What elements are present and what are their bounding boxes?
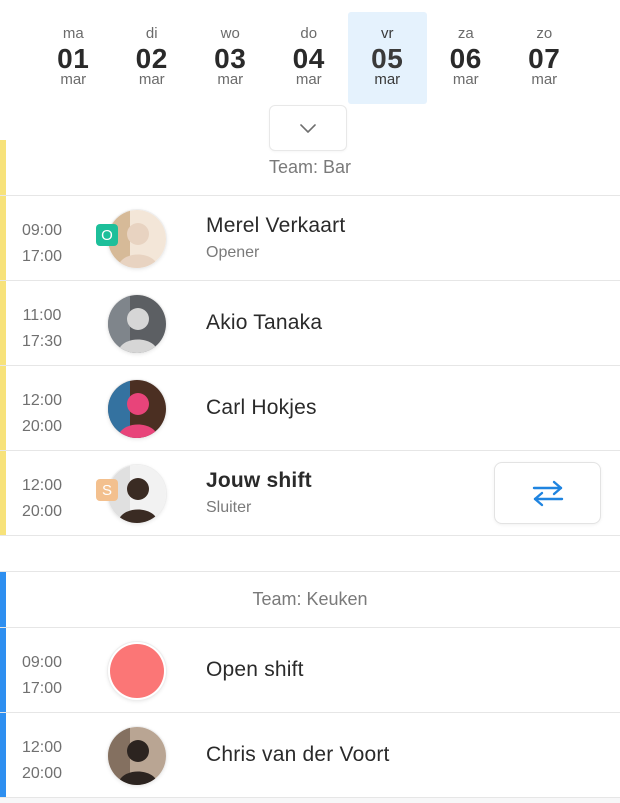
team-title: Team: Bar — [268, 157, 352, 177]
day-zo[interactable]: zo 07 mar — [505, 12, 584, 104]
employee-name: Merel Verkaart — [206, 214, 346, 237]
shift-end-time: 17:00 — [21, 248, 63, 265]
day-month: mar — [60, 71, 87, 88]
shift-row[interactable]: 12:00 20:00 Chris van der Voort — [0, 713, 620, 798]
avatar — [108, 380, 166, 438]
day-month: mar — [295, 71, 322, 88]
team-color-stripe — [0, 713, 6, 797]
own-shift-row[interactable]: 12:00 20:00 S Jouw shift Sluiter — [0, 451, 620, 536]
shift-start-time: 09:00 — [21, 222, 63, 239]
team-color-stripe — [0, 140, 6, 195]
team-color-stripe — [0, 451, 6, 535]
day-month: mar — [531, 71, 558, 88]
swap-arrows-icon — [532, 480, 563, 507]
day-di[interactable]: di 02 mar — [113, 12, 192, 104]
day-month: mar — [138, 71, 165, 88]
team-color-stripe — [0, 281, 6, 365]
shift-start-time: 12:00 — [21, 477, 63, 494]
role-badge: O — [96, 224, 118, 246]
day-name: di — [145, 25, 158, 42]
day-number: 03 — [214, 43, 247, 74]
shift-times: 12:00 20:00 — [16, 388, 68, 440]
team-color-stripe — [0, 366, 6, 450]
shift-end-time: 20:00 — [21, 418, 63, 435]
day-month: mar — [374, 71, 401, 88]
day-vr[interactable]: vr 05 mar — [348, 12, 427, 104]
shift-times: 09:00 17:00 — [16, 650, 68, 702]
shift-end-time: 17:00 — [21, 680, 63, 697]
shift-row[interactable]: 12:00 20:00 Carl Hokjes — [0, 366, 620, 451]
avatar — [108, 295, 166, 353]
shift-role: Opener — [206, 244, 260, 261]
shift-start-time: 09:00 — [21, 654, 63, 671]
day-name: za — [457, 25, 474, 42]
shift-start-time: 12:00 — [21, 392, 63, 409]
team-color-stripe — [0, 196, 6, 280]
day-number: 06 — [449, 43, 482, 74]
shift-row[interactable]: 09:00 17:00 O Merel Verkaart Opener — [0, 196, 620, 281]
day-wo[interactable]: wo 03 mar — [191, 12, 270, 104]
chevron-down-icon — [300, 124, 316, 133]
day-ma[interactable]: ma 01 mar — [34, 12, 113, 104]
employee-name: Carl Hokjes — [206, 396, 317, 419]
day-do[interactable]: do 04 mar — [270, 12, 349, 104]
shift-times: 12:00 20:00 — [16, 473, 68, 525]
team-title: Team: Keuken — [252, 589, 368, 609]
day-name: ma — [62, 25, 84, 42]
schedule-list: Team: Bar 09:00 17:00 O Merel Verkaart Opener… — [0, 140, 620, 798]
shift-role: Sluiter — [206, 499, 252, 516]
employee-name: Jouw shift — [206, 469, 312, 492]
day-number: 01 — [57, 43, 90, 74]
team-color-stripe — [0, 572, 6, 627]
team-color-stripe — [0, 628, 6, 712]
employee-name: Akio Tanaka — [206, 311, 323, 334]
week-strip: ma 01 mar di 02 mar wo 03 mar do 04 mar vr 05 mar za 06 m… — [0, 0, 620, 151]
shift-times: 11:00 17:30 — [16, 303, 68, 355]
employee-name: Chris van der Voort — [206, 743, 390, 766]
avatar — [108, 727, 166, 785]
role-badge: S — [96, 479, 118, 501]
employee-name: Open shift — [206, 658, 304, 681]
shift-times: 09:00 17:00 — [16, 218, 68, 270]
day-name: zo — [536, 25, 553, 42]
day-month: mar — [452, 71, 479, 88]
shift-start-time: 12:00 — [21, 739, 63, 756]
swap-shift-button[interactable] — [494, 462, 601, 524]
day-month: mar — [217, 71, 244, 88]
expand-week-button[interactable] — [269, 105, 347, 151]
shift-end-time: 20:00 — [21, 503, 63, 520]
open-shift-avatar — [108, 642, 166, 700]
shift-end-time: 17:30 — [21, 333, 63, 350]
day-number: 04 — [292, 43, 325, 74]
day-selector: ma 01 mar di 02 mar wo 03 mar do 04 mar vr 05 mar za 06 m… — [34, 12, 584, 104]
day-number: 02 — [135, 43, 168, 74]
day-number: 05 — [371, 43, 404, 74]
team-spacer — [0, 536, 620, 572]
day-name: wo — [220, 25, 240, 42]
shift-end-time: 20:00 — [21, 765, 63, 782]
shift-row[interactable]: 09:00 17:00 Open shift — [0, 628, 620, 713]
day-number: 07 — [528, 43, 561, 74]
team-header: Team: Keuken — [0, 572, 620, 628]
shift-start-time: 11:00 — [22, 307, 62, 324]
shift-row[interactable]: 11:00 17:30 Akio Tanaka — [0, 281, 620, 366]
day-name: vr — [381, 25, 394, 42]
day-za[interactable]: za 06 mar — [427, 12, 506, 104]
day-name: do — [300, 25, 318, 42]
shift-times: 12:00 20:00 — [16, 735, 68, 787]
